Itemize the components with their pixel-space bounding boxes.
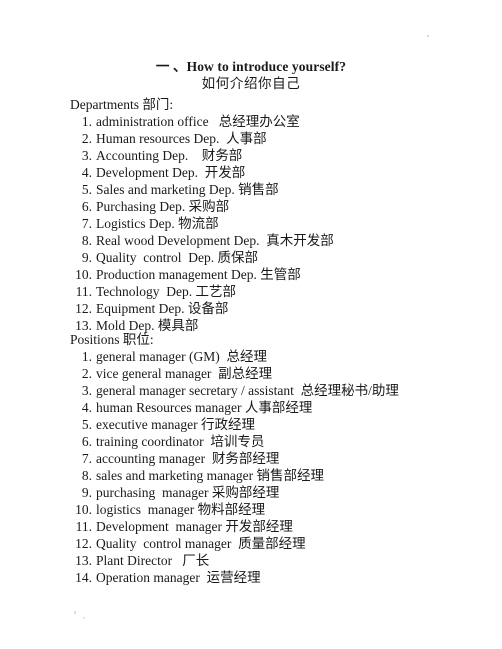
- list-item-label: purchasing manager 采购部经理: [96, 485, 280, 500]
- list-item-number: 3.: [81, 148, 92, 163]
- list-item: 12. Equipment Dep. 设备部: [70, 300, 492, 317]
- list-item: 3. general manager secretary / assistant …: [70, 382, 492, 399]
- list-item-label: Purchasing Dep. 采购部: [96, 199, 230, 214]
- list-item-label: Quality control Dep. 质保部: [96, 250, 258, 265]
- list-item-label: logistics manager 物料部经理: [96, 502, 266, 517]
- list-item-number: 3.: [81, 383, 92, 398]
- list-item: 7. Logistics Dep. 物流部: [70, 215, 492, 232]
- list-item-number: 7.: [81, 451, 92, 466]
- positions-section: Positions 职位: 1. general manager (GM) 总经理…: [70, 331, 492, 586]
- list-item-label: Human resources Dep. 人事部: [96, 131, 267, 146]
- list-item: 5. executive manager 行政经理: [70, 416, 492, 433]
- list-item: 11. Technology Dep. 工艺部: [70, 283, 492, 300]
- list-item: 5. Sales and marketing Dep. 销售部: [70, 181, 492, 198]
- list-item-label: Equipment Dep. 设备部: [96, 301, 229, 316]
- list-item: 9. Quality control Dep. 质保部: [70, 249, 492, 266]
- page-title: 一 、How to introduce yourself?: [155, 59, 347, 74]
- list-item-label: Development manager 开发部经理: [96, 519, 293, 534]
- list-item-number: 6.: [81, 434, 92, 449]
- list-item: 4. Development Dep. 开发部: [70, 164, 492, 181]
- list-item-label: Production management Dep. 生管部: [96, 267, 301, 282]
- list-item-number: 5.: [81, 182, 92, 197]
- list-item-number: 13.: [75, 553, 92, 568]
- list-item-number: 8.: [81, 468, 92, 483]
- list-item-number: 10.: [75, 267, 92, 282]
- list-item: 2. Human resources Dep. 人事部: [70, 130, 492, 147]
- list-item-number: 6.: [81, 199, 92, 214]
- list-item: 10. Production management Dep. 生管部: [70, 266, 492, 283]
- list-item-label: executive manager 行政经理: [96, 417, 255, 432]
- list-item-number: 12.: [75, 301, 92, 316]
- list-item: 9. purchasing manager 采购部经理: [70, 484, 492, 501]
- list-item-label: Real wood Development Dep. 真木开发部: [96, 233, 334, 248]
- list-item-label: Accounting Dep. 财务部: [96, 148, 243, 163]
- list-item-number: 4.: [81, 400, 92, 415]
- list-item-number: 1.: [81, 349, 92, 364]
- list-item-label: sales and marketing manager 销售部经理: [96, 468, 324, 483]
- list-item-number: 9.: [81, 250, 92, 265]
- list-item-number: 5.: [81, 417, 92, 432]
- list-item-label: administration office 总经理办公室: [96, 114, 300, 129]
- list-item-number: 8.: [81, 233, 92, 248]
- scan-speck-icon: [74, 611, 76, 614]
- list-item: 10. logistics manager 物料部经理: [70, 501, 492, 518]
- list-item-number: 12.: [75, 536, 92, 551]
- scan-speck-icon: [83, 617, 85, 619]
- scan-speck-icon: [427, 35, 429, 37]
- list-item: 8. Real wood Development Dep. 真木开发部: [70, 232, 492, 249]
- list-item-label: Technology Dep. 工艺部: [96, 284, 237, 299]
- document-page: 一 、How to introduce yourself? 如何介绍你自己 De…: [0, 0, 502, 649]
- list-item-label: accounting manager 财务部经理: [96, 451, 280, 466]
- list-item-number: 14.: [75, 570, 92, 585]
- list-item: 4. human Resources manager 人事部经理: [70, 399, 492, 416]
- list-item-label: Quality control manager 质量部经理: [96, 536, 306, 551]
- list-item: 13. Plant Director 厂长: [70, 552, 492, 569]
- list-item: 14. Operation manager 运营经理: [70, 569, 492, 586]
- departments-heading: Departments 部门:: [70, 97, 174, 112]
- list-item-label: human Resources manager 人事部经理: [96, 400, 313, 415]
- list-item: 6. Purchasing Dep. 采购部: [70, 198, 492, 215]
- list-item-number: 2.: [81, 366, 92, 381]
- positions-list: 1. general manager (GM) 总经理 2. vice general…: [70, 348, 492, 586]
- positions-heading: Positions 职位:: [70, 332, 154, 347]
- list-item: 12. Quality control manager 质量部经理: [70, 535, 492, 552]
- list-item: 3. Accounting Dep. 财务部: [70, 147, 492, 164]
- list-item: 7. accounting manager 财务部经理: [70, 450, 492, 467]
- list-item-label: Plant Director 厂长: [96, 553, 210, 568]
- list-item-label: vice general manager 副总经理: [96, 366, 273, 381]
- list-item-number: 7.: [81, 216, 92, 231]
- departments-list: 1. administration office 总经理办公室 2. Human re…: [70, 113, 492, 334]
- list-item: 1. administration office 总经理办公室: [70, 113, 492, 130]
- page-subtitle: 如何介绍你自己: [201, 76, 301, 91]
- list-item-number: 2.: [81, 131, 92, 146]
- list-item: 2. vice general manager 副总经理: [70, 365, 492, 382]
- list-item: 1. general manager (GM) 总经理: [70, 348, 492, 365]
- list-item-number: 1.: [81, 114, 92, 129]
- list-item: 6. training coordinator 培训专员: [70, 433, 492, 450]
- list-item-label: Logistics Dep. 物流部: [96, 216, 219, 231]
- list-item-label: Operation manager 运营经理: [96, 570, 261, 585]
- list-item: 11. Development manager 开发部经理: [70, 518, 492, 535]
- departments-section: Departments 部门: 1. administration office …: [70, 96, 492, 334]
- list-item-label: Development Dep. 开发部: [96, 165, 246, 180]
- list-item-number: 11.: [75, 519, 92, 534]
- list-item-number: 11.: [75, 284, 92, 299]
- list-item-label: general manager secretary / assistant 总经…: [96, 383, 399, 398]
- list-item-label: Sales and marketing Dep. 销售部: [96, 182, 279, 197]
- list-item-label: general manager (GM) 总经理: [96, 349, 267, 364]
- list-item-number: 10.: [75, 502, 92, 517]
- document-title-block: 一 、How to introduce yourself? 如何介绍你自己: [0, 58, 502, 92]
- list-item-number: 4.: [81, 165, 92, 180]
- list-item-number: 9.: [81, 485, 92, 500]
- list-item-label: training coordinator 培训专员: [96, 434, 265, 449]
- list-item: 8. sales and marketing manager 销售部经理: [70, 467, 492, 484]
